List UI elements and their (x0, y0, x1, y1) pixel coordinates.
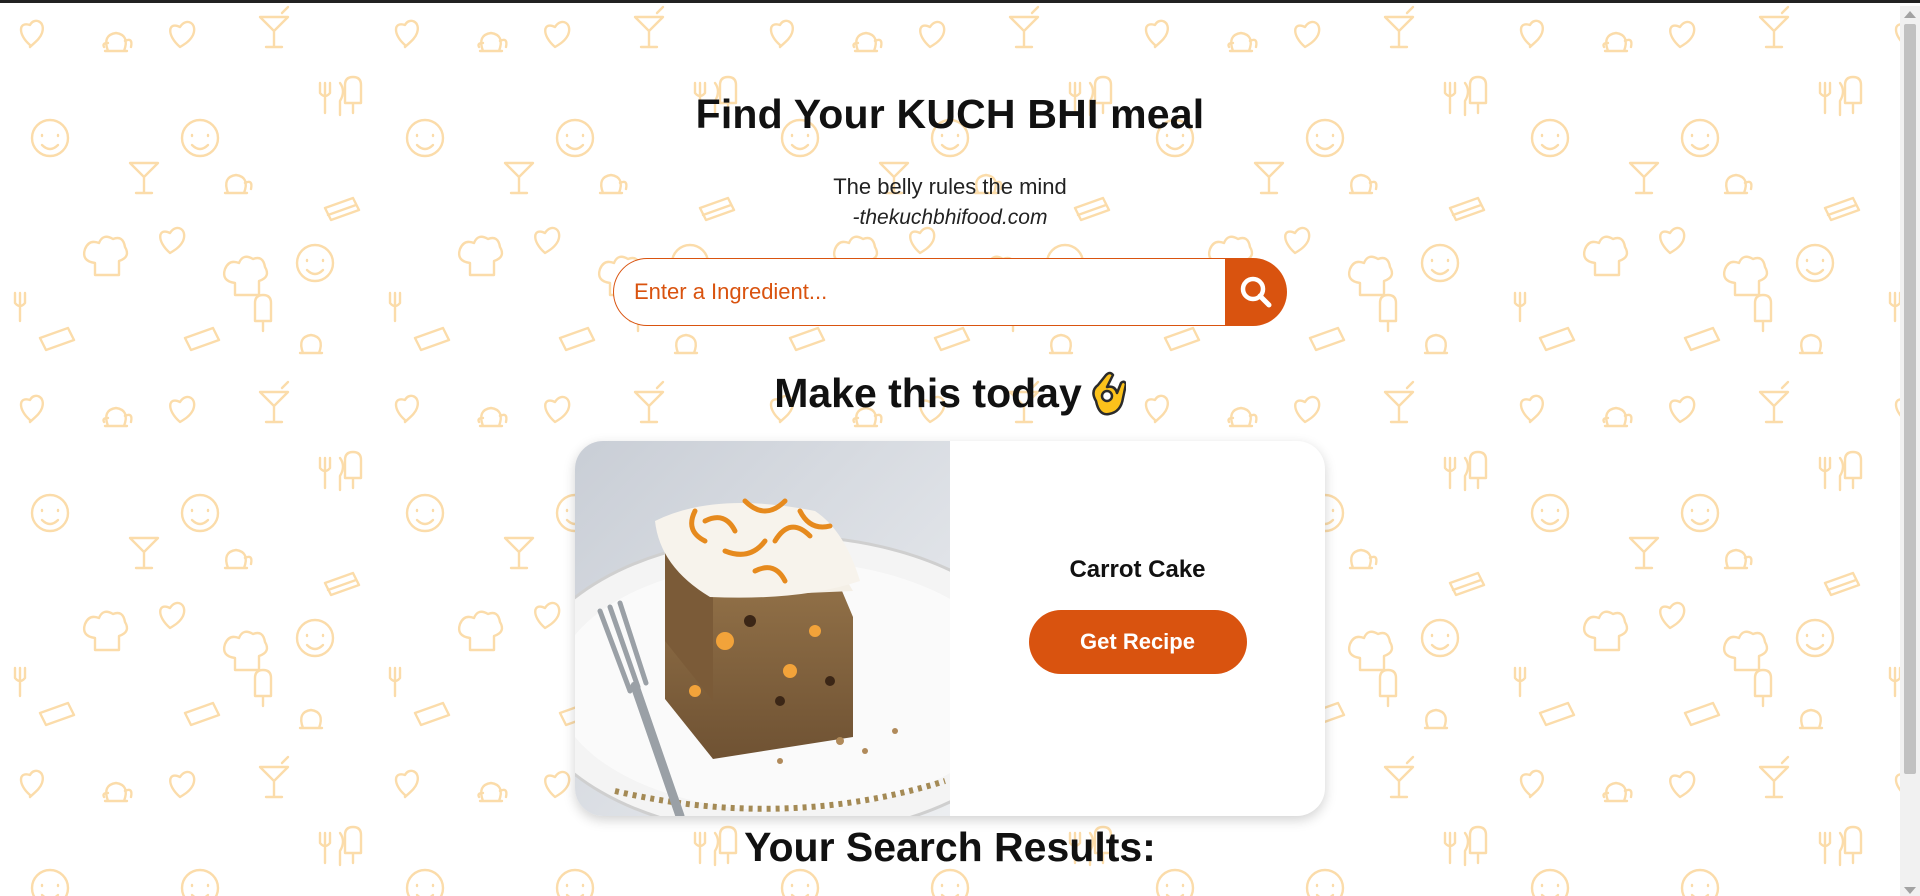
ok-hand-icon (1086, 371, 1126, 417)
scroll-down-icon[interactable] (1904, 887, 1916, 894)
page: Find Your KUCH BHI meal The belly rules … (0, 0, 1920, 896)
search-bar (613, 258, 1287, 326)
scroll-up-icon[interactable] (1904, 11, 1916, 18)
main-content: Find Your KUCH BHI meal The belly rules … (0, 3, 1900, 871)
search-input[interactable] (613, 258, 1225, 326)
page-title: Find Your KUCH BHI meal (695, 91, 1205, 137)
search-results-title: Your Search Results: (744, 824, 1156, 870)
recipe-name: Carrot Cake (1069, 555, 1206, 583)
scroll-thumb[interactable] (1904, 24, 1916, 774)
tagline-quote: The belly rules the mind (833, 174, 1067, 199)
tagline-source: -thekuchbhifood.com (852, 206, 1048, 229)
search-icon (1240, 276, 1272, 308)
featured-recipe-card: Carrot Cake Get Recipe (575, 441, 1325, 816)
recipe-photo (575, 441, 950, 816)
featured-section-title: Make this today (774, 370, 1126, 417)
vertical-scrollbar[interactable] (1900, 6, 1920, 896)
featured-section-title-text: Make this today (774, 370, 1082, 416)
search-button[interactable] (1225, 258, 1287, 326)
get-recipe-button[interactable]: Get Recipe (1028, 609, 1247, 674)
recipe-info: Carrot Cake Get Recipe (950, 441, 1325, 816)
